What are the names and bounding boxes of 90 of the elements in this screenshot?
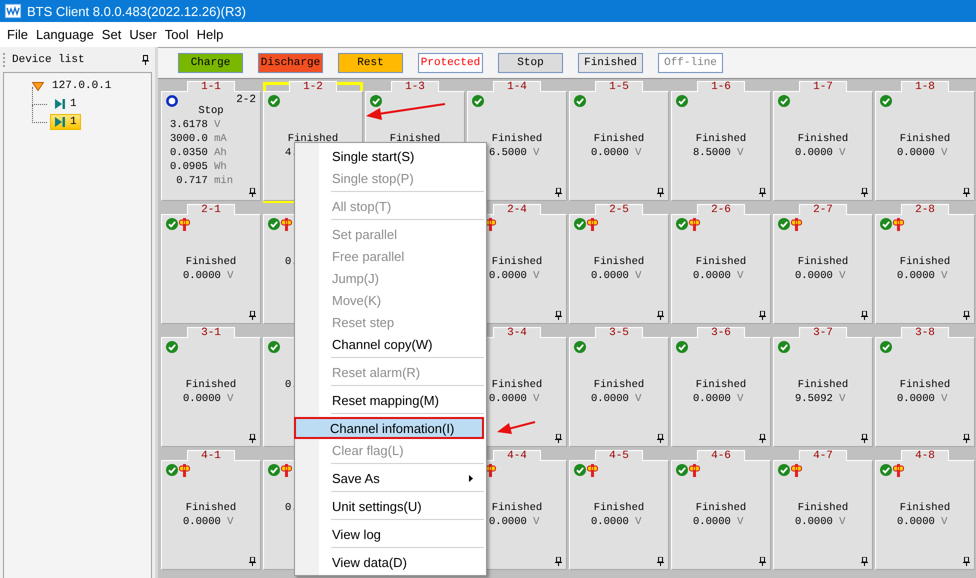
channel-status: Finished <box>798 378 848 392</box>
channel-reading: 0.0000 V <box>795 146 846 160</box>
channel-label: 2-5 <box>595 204 643 215</box>
channel-reading: 3000.0 mA <box>170 132 227 146</box>
channel-status: Finished <box>594 132 644 146</box>
channel-label: 4-1 <box>187 450 235 461</box>
channel-reading: 0.0000 V <box>693 515 744 529</box>
channel-label: 2-6 <box>697 204 745 215</box>
channel-label: 1-7 <box>799 81 847 92</box>
channel-status: Finished <box>798 255 848 269</box>
channel-label: 1-1 <box>187 81 235 92</box>
channel-reading: 0.0000 V <box>591 392 642 406</box>
channel-reading: 6.5000 V <box>489 146 540 160</box>
channel-reading: 0.0000 V <box>591 269 642 283</box>
legend-chip: Charge <box>178 53 243 73</box>
channel-status: Finished <box>594 255 644 269</box>
channel-label: 1-3 <box>391 81 439 92</box>
channel-label: 1-6 <box>697 81 745 92</box>
channel-label: 3-8 <box>901 327 949 338</box>
channel-status: Finished <box>798 132 848 146</box>
channel-label: 4-7 <box>799 450 847 461</box>
channel-status: Finished <box>594 501 644 515</box>
channel-reading: 0.0000 V <box>489 515 540 529</box>
channel-status: Finished <box>900 255 950 269</box>
panel-title: Device list <box>12 54 86 66</box>
channel-reading: 0.0000 V <box>489 392 540 406</box>
legend-chip: Protected <box>418 53 483 73</box>
channel-reading: 0.0000 V <box>897 392 948 406</box>
channel-label: 3-6 <box>697 327 745 338</box>
channel-status: Finished <box>492 132 542 146</box>
channel-label: 2-4 <box>493 204 541 215</box>
channel-label: 1-2 <box>289 81 337 92</box>
channel-status: Finished <box>186 255 236 269</box>
window-title: BTS Client 8.0.0.483(2022.12.26)(R3) <box>27 4 246 18</box>
channel-label: 3-7 <box>799 327 847 338</box>
channel-reading: 0.0000 V <box>897 269 948 283</box>
legend-chip: Off-line <box>658 53 723 73</box>
channel-reading: 0.0000 V <box>693 392 744 406</box>
legend-chip: Finished <box>578 53 643 73</box>
channel-label: 4-6 <box>697 450 745 461</box>
channel-status: Finished <box>696 132 746 146</box>
channel-label: 2-8 <box>901 204 949 215</box>
channel-reading: 9.5092 V <box>795 392 846 406</box>
channel-label: 4-8 <box>901 450 949 461</box>
channel-status: Finished <box>594 378 644 392</box>
channel-label: 1-5 <box>595 81 643 92</box>
channel-reading: 0.0000 V <box>693 269 744 283</box>
channel-reading: 0.0000 V <box>591 515 642 529</box>
channel-reading: 0.0000 V <box>897 146 948 160</box>
channel-status: Finished <box>492 501 542 515</box>
channel-reading: 0.0000 V <box>183 392 234 406</box>
legend-chip: Discharge <box>258 53 323 73</box>
channel-reading: 0.0000 V <box>795 515 846 529</box>
channel-label: 2-7 <box>799 204 847 215</box>
channel-status: Finished <box>288 132 338 146</box>
channel-status: Finished <box>186 501 236 515</box>
channel-label: 2-1 <box>187 204 235 215</box>
channel-reading: 0.0000 V <box>183 269 234 283</box>
channel-reading: 0.0000 V <box>897 515 948 529</box>
channel-status: Finished <box>492 255 542 269</box>
channel-status: Finished <box>900 501 950 515</box>
channel-status: Finished <box>186 378 236 392</box>
channel-reading: 0.717 min <box>175 174 234 188</box>
legend-chip: Stop <box>498 53 563 73</box>
channel-status: Finished <box>900 378 950 392</box>
channel-label: 4-4 <box>493 450 541 461</box>
channel-status: Finished <box>390 132 440 146</box>
channel-label: 3-1 <box>187 327 235 338</box>
channel-reading: 0.0000 V <box>489 269 540 283</box>
channel-status: Finished <box>798 501 848 515</box>
channel-reading: 8.5000 V <box>693 146 744 160</box>
linked-channel-label: 2-2 <box>236 93 256 107</box>
channel-reading: 0.0000 V <box>795 269 846 283</box>
channel-label: 3-4 <box>493 327 541 338</box>
channel-status: Finished <box>900 132 950 146</box>
channel-status: Finished <box>696 378 746 392</box>
channel-status: Stop <box>198 104 224 118</box>
channel-reading: 0.0000 V <box>183 515 234 529</box>
channel-label: 4-5 <box>595 450 643 461</box>
channel-reading: 0.0905 Wh <box>170 160 227 174</box>
channel-status: Finished <box>492 378 542 392</box>
channel-reading: 3.6178 V <box>170 118 220 132</box>
legend-chip: Rest <box>338 53 403 73</box>
channel-status: Finished <box>696 501 746 515</box>
channel-label: 1-4 <box>493 81 541 92</box>
channel-reading: 0.0000 V <box>591 146 642 160</box>
channel-label: 1-8 <box>901 81 949 92</box>
channel-label: 3-5 <box>595 327 643 338</box>
channel-reading: 0.0350 Ah <box>170 146 227 160</box>
channel-status: Finished <box>696 255 746 269</box>
